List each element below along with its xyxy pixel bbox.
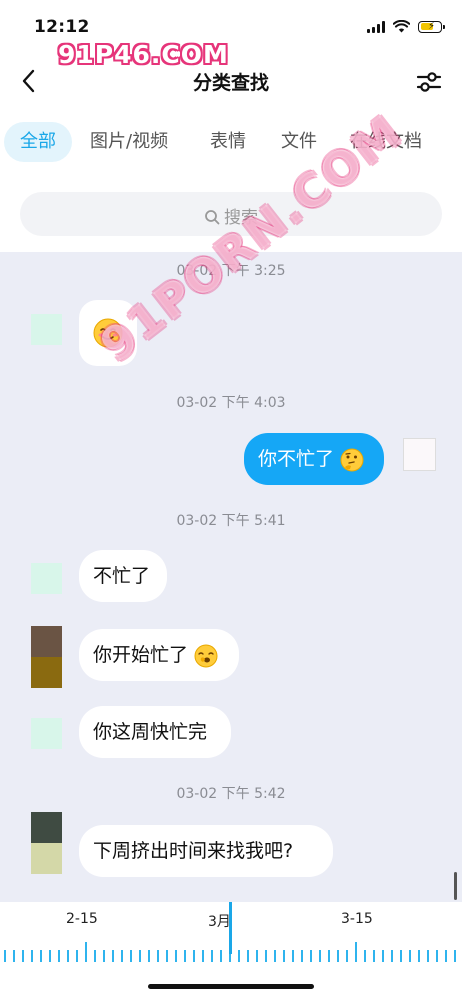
message-bubble[interactable]: 你开始忙了 — [79, 629, 239, 681]
timeline-label: 3-15 — [341, 911, 373, 927]
chat-history[interactable]: 03-02 下午 3:25 03-02 下午 4:03 你不忙了 03-02 下… — [0, 252, 462, 902]
search-input[interactable]: 搜索 — [20, 192, 442, 236]
page-title: 分类查找 — [192, 72, 269, 94]
status-bar: 12:12 ⚡ — [0, 0, 462, 44]
timestamp: 03-02 下午 5:42 — [176, 786, 286, 802]
message-text: 下周挤出时间来找我吧? — [93, 840, 294, 862]
message-bubble[interactable] — [79, 300, 137, 366]
battery-icon: ⚡ — [418, 20, 445, 33]
search-placeholder: 搜索 — [224, 208, 258, 228]
signal-icon — [367, 20, 385, 33]
timestamp: 03-02 下午 5:41 — [176, 513, 286, 529]
timeline-label: 2-15 — [66, 911, 98, 927]
category-tabs: 全部 图片/视频 表情 文件 在线文档 — [0, 122, 462, 166]
message-text: 不忙了 — [93, 565, 151, 587]
avatar-self[interactable] — [403, 438, 436, 471]
scrollbar[interactable] — [454, 872, 457, 900]
yawning-face-emoji — [194, 644, 218, 667]
tab-images-videos[interactable]: 图片/视频 — [90, 122, 168, 162]
timestamp: 03-02 下午 4:03 — [176, 395, 286, 411]
tab-all[interactable]: 全部 — [4, 122, 72, 162]
status-icons: ⚡ — [367, 20, 445, 33]
avatar[interactable] — [31, 812, 62, 874]
message-bubble[interactable]: 你这周快忙完 — [79, 706, 231, 758]
wifi-icon — [393, 20, 410, 33]
tab-stickers[interactable]: 表情 — [210, 122, 246, 162]
timeline-cursor[interactable] — [229, 902, 232, 954]
avatar[interactable] — [31, 626, 62, 688]
avatar[interactable] — [31, 314, 62, 345]
message-bubble[interactable]: 下周挤出时间来找我吧? — [79, 825, 333, 877]
tab-files[interactable]: 文件 — [281, 122, 317, 162]
message-text: 你不忙了 — [258, 448, 335, 470]
timestamp: 03-02 下午 3:25 — [176, 263, 286, 279]
tab-online-docs[interactable]: 在线文档 — [350, 122, 422, 162]
nav-bar: 分类查找 — [0, 56, 462, 108]
smiling-blush-emoji — [93, 318, 123, 348]
home-indicator[interactable] — [148, 984, 314, 989]
message-text: 你这周快忙完 — [93, 721, 208, 743]
timeline-label: 3月 — [208, 914, 231, 930]
avatar[interactable] — [31, 563, 62, 594]
search-icon — [205, 209, 220, 224]
message-text: 你开始忙了 — [93, 644, 189, 666]
message-bubble-sent[interactable]: 你不忙了 — [244, 433, 384, 485]
message-bubble[interactable]: 不忙了 — [79, 550, 167, 602]
status-time: 12:12 — [34, 17, 90, 37]
avatar[interactable] — [31, 718, 62, 749]
thinking-face-emoji — [340, 448, 364, 471]
filter-settings-icon[interactable] — [416, 69, 442, 95]
